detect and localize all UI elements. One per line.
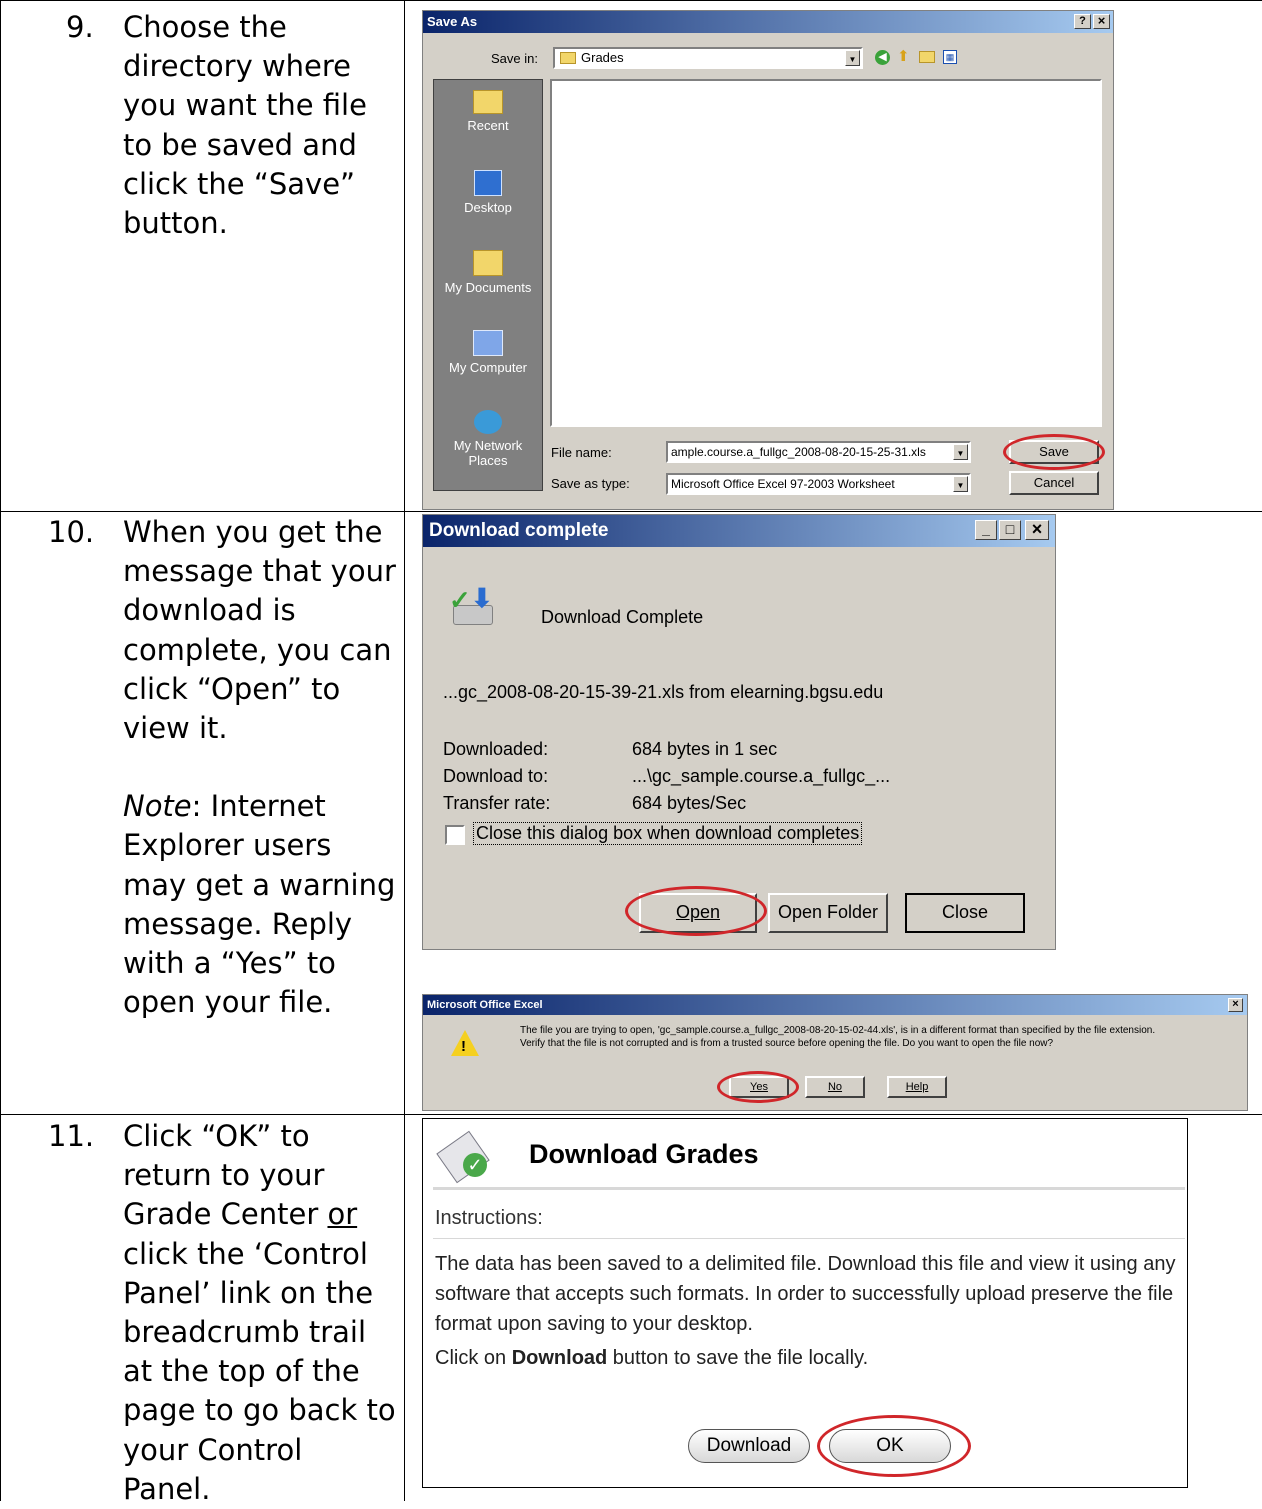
- close-button[interactable]: ×: [1025, 520, 1049, 540]
- help-button[interactable]: ?: [1074, 14, 1091, 29]
- chevron-down-icon[interactable]: ▼: [845, 50, 860, 66]
- cancel-button[interactable]: Cancel: [1009, 471, 1099, 495]
- save-as-titlebar: Save As ? ×: [423, 11, 1113, 33]
- download-titlebar: Download complete _ □ ×: [423, 515, 1055, 547]
- folder-icon: [560, 52, 576, 64]
- save-type-label: Save as type:: [551, 476, 630, 491]
- place-my-network-places[interactable]: My Network Places: [444, 410, 532, 468]
- transfer-rate-value: 684 bytes/Sec: [632, 793, 747, 813]
- place-my-computer[interactable]: My Computer: [434, 330, 542, 375]
- step-9: 9. Choose the directory where you want t…: [18, 8, 398, 508]
- download-grades-icon: ✓: [436, 1130, 490, 1184]
- download-hint: Click on Download button to save the fil…: [435, 1347, 869, 1369]
- maximize-button[interactable]: □: [999, 520, 1021, 540]
- note-text: : Internet Explorer users may get a warn…: [123, 789, 396, 1020]
- warning-icon-mark: !: [461, 1038, 466, 1055]
- step-text: Click “OK” to return to your Grade Cente…: [123, 1119, 396, 1506]
- back-icon[interactable]: ◀: [875, 50, 890, 65]
- file-name-input[interactable]: ample.course.a_fullgc_2008-08-20-15-25-3…: [666, 441, 971, 463]
- download-grades-panel: ✓ Download Grades Instructions: The data…: [422, 1118, 1188, 1488]
- checkbox-label[interactable]: Close this dialog box when download comp…: [473, 822, 863, 845]
- network-icon: [474, 410, 502, 434]
- no-button[interactable]: No: [805, 1076, 865, 1098]
- place-desktop[interactable]: Desktop: [434, 170, 542, 215]
- page-title: Download Grades: [529, 1139, 759, 1169]
- file-name-label: File name:: [551, 445, 612, 460]
- place-recent[interactable]: Recent: [434, 90, 542, 133]
- warning-line-2: Verify that the file is not corrupted an…: [520, 1038, 1054, 1049]
- step-number: 11.: [48, 1119, 95, 1153]
- close-button[interactable]: Close: [905, 893, 1025, 933]
- desktop-icon: [474, 170, 502, 196]
- save-as-dialog: Save As ? × Save in: Grades ▼ ◀ ⬆ ▦ Rece…: [422, 10, 1114, 510]
- minimize-button[interactable]: _: [975, 520, 997, 540]
- step-number: 9.: [66, 10, 94, 44]
- open-highlight-ring: [625, 886, 767, 936]
- download-complete-icon: ✓ ⬇: [449, 583, 493, 627]
- note-label: Note: [123, 789, 192, 824]
- instructions-text: The data has been saved to a delimited f…: [435, 1253, 1176, 1335]
- step-text: Choose the directory where you want the …: [123, 10, 367, 241]
- yes-highlight-ring: [717, 1071, 799, 1103]
- save-highlight-ring: [1003, 434, 1105, 470]
- download-source: ...gc_2008-08-20-15-39-21.xls from elear…: [443, 682, 884, 702]
- step-10: 10. When you get the message that your d…: [18, 513, 398, 1113]
- save-in-label: Save in:: [491, 51, 538, 66]
- download-button[interactable]: Download: [688, 1429, 810, 1463]
- close-button[interactable]: ×: [1228, 998, 1243, 1012]
- views-menu-icon[interactable]: ▦: [943, 50, 957, 64]
- help-button[interactable]: Help: [887, 1076, 947, 1098]
- excel-warning-dialog: Microsoft Office Excel × ! The file you …: [422, 994, 1248, 1111]
- save-type-select[interactable]: Microsoft Office Excel 97-2003 Worksheet…: [666, 473, 971, 495]
- step-text: When you get the message that your downl…: [123, 515, 396, 746]
- open-folder-button[interactable]: Open Folder: [768, 893, 888, 933]
- close-when-done-checkbox[interactable]: [445, 825, 465, 845]
- download-heading: Download Complete: [541, 607, 704, 627]
- download-to-value: ...\gc_sample.course.a_fullgc_...: [632, 766, 891, 786]
- excel-titlebar: Microsoft Office Excel ×: [423, 995, 1247, 1015]
- download-to-label: Download to:: [443, 766, 549, 786]
- title-divider: [433, 1187, 1185, 1190]
- download-complete-dialog: Download complete _ □ × ✓ ⬇ Download Com…: [422, 514, 1056, 950]
- table-border-left: [0, 0, 1, 1501]
- file-list[interactable]: [550, 79, 1102, 427]
- table-row-divider-1: [0, 511, 1262, 512]
- save-in-dropdown[interactable]: Grades ▼: [553, 47, 863, 69]
- step-number: 10.: [48, 515, 95, 549]
- instructions-label: Instructions:: [435, 1207, 543, 1229]
- places-bar: Recent Desktop My Documents My Computer …: [433, 79, 543, 491]
- table-divider-vertical: [404, 0, 405, 1501]
- table-border-top: [0, 0, 1262, 1]
- step-note: Note: Internet Explorer users may get a …: [123, 787, 398, 1022]
- step-text-block: When you get the message that your downl…: [123, 513, 398, 1022]
- chevron-down-icon[interactable]: ▼: [953, 444, 968, 460]
- downloaded-label: Downloaded:: [443, 739, 549, 759]
- my-computer-icon: [473, 330, 503, 356]
- instructions-divider: [433, 1238, 1185, 1239]
- warning-line-1: The file you are trying to open, 'gc_sam…: [520, 1025, 1156, 1036]
- recent-icon: [473, 90, 503, 114]
- table-row-divider-2: [0, 1114, 1262, 1115]
- place-my-documents[interactable]: My Documents: [434, 250, 542, 295]
- chevron-down-icon[interactable]: ▼: [953, 476, 968, 492]
- transfer-rate-label: Transfer rate:: [443, 793, 551, 813]
- up-folder-icon[interactable]: ⬆: [897, 49, 913, 65]
- dialog-title: Microsoft Office Excel: [427, 999, 543, 1011]
- new-folder-icon[interactable]: [919, 51, 935, 63]
- ok-highlight-ring: [817, 1415, 971, 1477]
- close-button[interactable]: ×: [1093, 14, 1110, 29]
- dialog-title: Save As: [427, 14, 478, 29]
- dialog-title: Download complete: [429, 520, 609, 541]
- downloaded-value: 684 bytes in 1 sec: [632, 739, 778, 759]
- step-11: 11. Click “OK” to return to your Grade C…: [18, 1117, 398, 1506]
- my-documents-icon: [473, 250, 503, 276]
